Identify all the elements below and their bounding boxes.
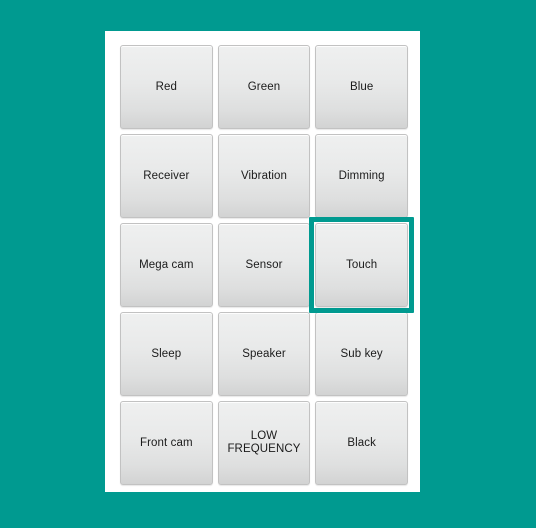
app-root: Red Green Blue Receiver Vibration Dimming Mega… xyxy=(0,0,536,528)
grid-button-speaker[interactable]: Speaker xyxy=(217,312,311,396)
grid-button-low-frequency[interactable]: LOW FREQUENCY xyxy=(217,401,311,485)
grid-button-blue[interactable]: Blue xyxy=(315,45,408,129)
grid-button-label: Green xyxy=(247,80,281,93)
grid-button-label: Speaker xyxy=(242,347,286,360)
grid-button-red[interactable]: Red xyxy=(120,45,213,129)
grid-button-label: Sensor xyxy=(245,258,283,271)
grid-button-label: Touch xyxy=(346,258,378,271)
grid-button-label: LOW FREQUENCY xyxy=(227,430,301,455)
grid-button-label: Red xyxy=(155,80,178,93)
grid-button-label: Receiver xyxy=(143,169,190,182)
grid-button-label: Sleep xyxy=(151,347,182,360)
grid-button-sensor[interactable]: Sensor xyxy=(217,223,311,307)
grid-button-label: Vibration xyxy=(240,169,288,182)
grid-button-label: Front cam xyxy=(139,436,193,449)
grid-button-touch[interactable]: Touch xyxy=(309,217,414,313)
grid-button-sub-key[interactable]: Sub key xyxy=(315,312,408,396)
grid-button-front-cam[interactable]: Front cam xyxy=(120,401,213,485)
grid-button-black[interactable]: Black xyxy=(315,401,408,485)
grid-button-mega-cam[interactable]: Mega cam xyxy=(120,223,213,307)
grid-button-label: Blue xyxy=(349,80,374,93)
grid-button-sleep[interactable]: Sleep xyxy=(120,312,213,396)
grid-button-dimming[interactable]: Dimming xyxy=(315,134,408,218)
grid-button-label: Sub key xyxy=(340,347,383,360)
grid-button-vibration[interactable]: Vibration xyxy=(217,134,311,218)
grid-button-receiver[interactable]: Receiver xyxy=(120,134,213,218)
grid-button-label: Dimming xyxy=(338,169,385,182)
grid-button-label: Black xyxy=(347,436,376,449)
grid-button-label: Mega cam xyxy=(139,258,194,271)
grid-button-green[interactable]: Green xyxy=(217,45,311,129)
button-grid: Red Green Blue Receiver Vibration Dimming Mega… xyxy=(120,45,414,485)
